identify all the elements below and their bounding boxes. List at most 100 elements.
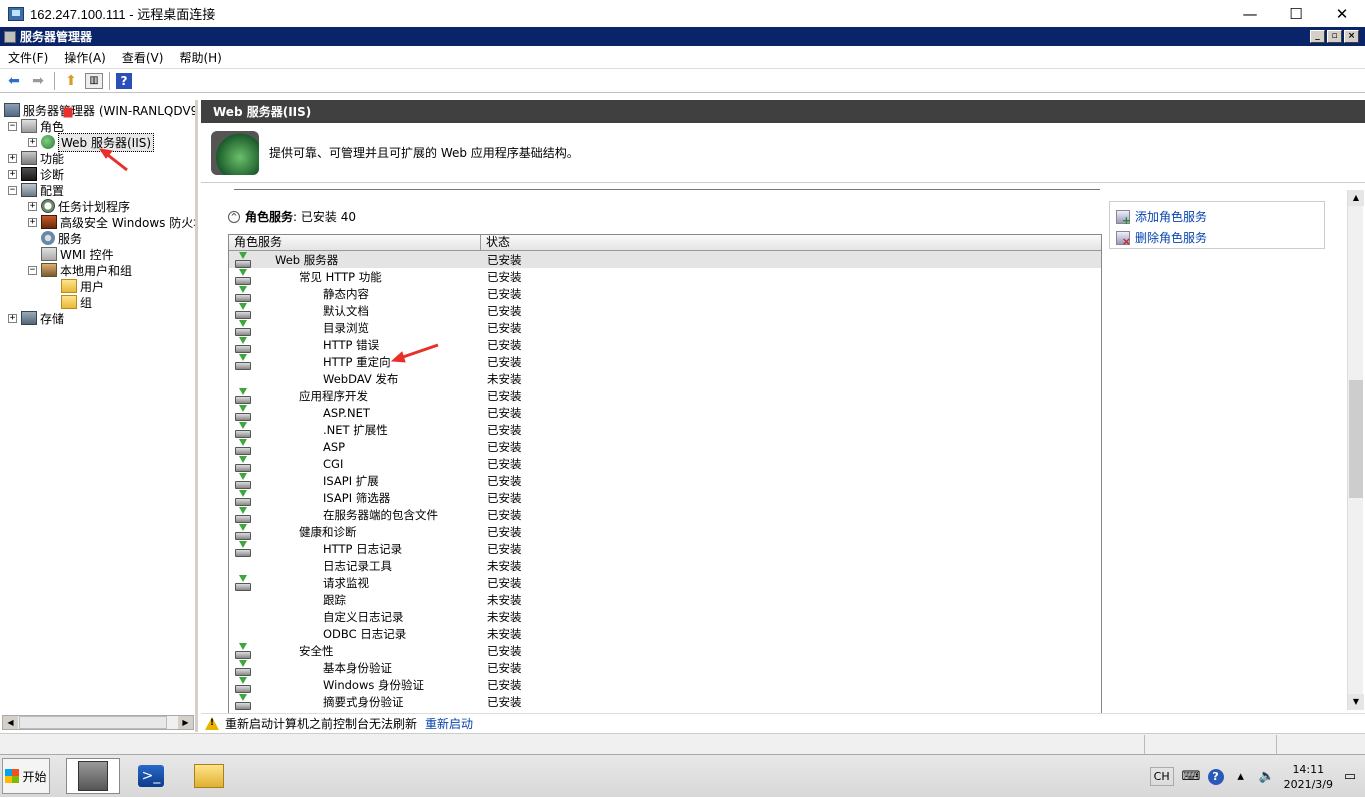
tree-item-firewall[interactable]: + 高级安全 Windows 防火墙: [28, 214, 195, 230]
table-row[interactable]: 日志记录工具 未安装: [229, 557, 1101, 574]
tree-item-features[interactable]: + 功能: [8, 150, 64, 166]
restart-link[interactable]: 重新启动: [425, 715, 473, 732]
service-name-cell: HTTP 错误: [229, 336, 481, 353]
add-role-services-link[interactable]: 添加角色服务: [1116, 206, 1318, 227]
tree-item-web-server[interactable]: + Web 服务器(IIS): [28, 132, 155, 152]
app-restore-button[interactable]: ▫: [1327, 30, 1342, 43]
expand-toggle-icon[interactable]: +: [28, 217, 37, 227]
table-row[interactable]: CGI 已安装: [229, 455, 1101, 472]
back-arrow-icon[interactable]: ⬅: [4, 71, 24, 91]
collapse-toggle-icon[interactable]: −: [28, 265, 37, 275]
forward-arrow-icon[interactable]: ➡: [28, 71, 48, 91]
app-close-button[interactable]: ×: [1344, 30, 1359, 43]
menu-view[interactable]: 查看(V): [114, 49, 172, 66]
help-icon[interactable]: ?: [1207, 768, 1224, 785]
tree-item-root[interactable]: 服务器管理器 (WIN-RANLQDV993: [4, 102, 195, 118]
collapse-section-icon[interactable]: ^: [228, 210, 240, 223]
installed-icon: [234, 388, 251, 404]
menu-file[interactable]: 文件(F): [0, 49, 56, 66]
tree-item-task-scheduler[interactable]: + 任务计划程序: [28, 198, 130, 214]
tree-item-storage[interactable]: + 存储: [8, 310, 64, 326]
tree-item-wmi[interactable]: WMI 控件: [41, 246, 114, 262]
expand-toggle-icon[interactable]: +: [8, 153, 17, 163]
table-row[interactable]: ASP 已安装: [229, 438, 1101, 455]
tree-horizontal-scrollbar[interactable]: ◀ ▶: [2, 715, 194, 730]
table-row[interactable]: 摘要式身份验证 已安装: [229, 693, 1101, 710]
language-indicator[interactable]: CH: [1149, 767, 1174, 786]
service-name-cell: WebDAV 发布: [229, 370, 481, 387]
scroll-left-icon[interactable]: ◀: [3, 716, 18, 729]
table-row[interactable]: 常见 HTTP 功能 已安装: [229, 268, 1101, 285]
table-row[interactable]: ODBC 日志记录 未安装: [229, 625, 1101, 642]
table-row[interactable]: 安全性 已安装: [229, 642, 1101, 659]
table-row[interactable]: 健康和诊断 已安装: [229, 523, 1101, 540]
table-row[interactable]: 在服务器端的包含文件 已安装: [229, 506, 1101, 523]
scroll-thumb[interactable]: [1349, 380, 1363, 498]
start-button[interactable]: 开始: [2, 758, 50, 794]
app-minimize-button[interactable]: _: [1310, 30, 1325, 43]
menu-action[interactable]: 操作(A): [56, 49, 114, 66]
collapse-toggle-icon[interactable]: −: [8, 185, 17, 195]
scroll-down-icon[interactable]: ▼: [1348, 694, 1364, 710]
tree-item-users[interactable]: 用户: [61, 278, 104, 294]
maximize-button[interactable]: ☐: [1273, 0, 1319, 27]
up-folder-icon[interactable]: ⬆: [61, 71, 81, 91]
tree-item-roles[interactable]: − 角色: [8, 118, 64, 134]
table-row[interactable]: WebDAV 发布 未安装: [229, 370, 1101, 387]
tree-item-diagnostics[interactable]: + 诊断: [8, 166, 64, 182]
server-manager-icon: [78, 761, 108, 791]
close-button[interactable]: ✕: [1319, 0, 1365, 27]
taskbar-server-manager[interactable]: [66, 758, 120, 794]
expand-toggle-icon[interactable]: +: [28, 137, 37, 147]
tree-item-config[interactable]: − 配置: [8, 182, 64, 198]
collapse-toggle-icon[interactable]: −: [8, 121, 17, 131]
tree-item-groups[interactable]: 组: [61, 294, 92, 310]
scroll-thumb[interactable]: [19, 716, 167, 729]
clock[interactable]: 14:11 2021/3/9: [1284, 762, 1333, 792]
remove-role-services-link[interactable]: 删除角色服务: [1116, 227, 1318, 248]
minimize-button[interactable]: —: [1227, 0, 1273, 27]
table-row[interactable]: Web 服务器 已安装: [229, 251, 1101, 268]
table-row[interactable]: HTTP 错误 已安装: [229, 336, 1101, 353]
taskbar-explorer[interactable]: [182, 758, 236, 794]
table-row[interactable]: 基本身份验证 已安装: [229, 659, 1101, 676]
table-row[interactable]: ISAPI 筛选器 已安装: [229, 489, 1101, 506]
service-name: HTTP 日志记录: [323, 541, 403, 556]
keyboard-icon[interactable]: ⌨: [1182, 769, 1201, 785]
column-header-status[interactable]: 状态: [481, 235, 510, 250]
table-row[interactable]: .NET 扩展性 已安装: [229, 421, 1101, 438]
scroll-right-icon[interactable]: ▶: [178, 716, 193, 729]
diagnostics-icon: [21, 167, 37, 181]
tree-item-services[interactable]: 服务: [41, 230, 82, 246]
column-header-name[interactable]: 角色服务: [229, 235, 481, 250]
table-row[interactable]: HTTP 日志记录 已安装: [229, 540, 1101, 557]
show-hide-tree-icon[interactable]: ▥: [85, 72, 103, 89]
scroll-up-icon[interactable]: ▲: [1348, 190, 1364, 206]
details-vertical-scrollbar[interactable]: ▲ ▼: [1347, 190, 1364, 710]
system-tray: CH ⌨ ? ▴ 🔈 14:11 2021/3/9 ▭: [1149, 755, 1365, 798]
role-services-list[interactable]: 角色服务 状态 Web 服务器 已安装 常见 HTTP 功能 已安装 静态内容 已安装 默认…: [228, 234, 1102, 714]
taskbar-powershell[interactable]: >_: [124, 758, 178, 794]
tree-item-local-users[interactable]: − 本地用户和组: [28, 262, 132, 278]
expand-toggle-icon[interactable]: +: [8, 169, 17, 179]
menu-help[interactable]: 帮助(H): [171, 49, 229, 66]
table-row[interactable]: 静态内容 已安装: [229, 285, 1101, 302]
table-row[interactable]: Windows 身份验证 已安装: [229, 676, 1101, 693]
show-desktop-icon[interactable]: ▭: [1341, 769, 1359, 785]
speaker-icon[interactable]: 🔈: [1258, 769, 1276, 785]
tray-expand-icon[interactable]: ▴: [1232, 769, 1250, 785]
expand-toggle-icon[interactable]: +: [8, 313, 17, 323]
table-row[interactable]: 默认文档 已安装: [229, 302, 1101, 319]
table-row[interactable]: ASP.NET 已安装: [229, 404, 1101, 421]
expand-toggle-icon[interactable]: +: [28, 201, 37, 211]
folder-icon: [194, 764, 224, 788]
table-row[interactable]: 请求监视 已安装: [229, 574, 1101, 591]
table-row[interactable]: 目录浏览 已安装: [229, 319, 1101, 336]
service-name-cell: 应用程序开发: [229, 387, 481, 404]
help-icon[interactable]: ?: [116, 72, 132, 89]
table-row[interactable]: 应用程序开发 已安装: [229, 387, 1101, 404]
table-row[interactable]: 自定义日志记录 未安装: [229, 608, 1101, 625]
table-row[interactable]: HTTP 重定向 已安装: [229, 353, 1101, 370]
table-row[interactable]: ISAPI 扩展 已安装: [229, 472, 1101, 489]
table-row[interactable]: 跟踪 未安装: [229, 591, 1101, 608]
